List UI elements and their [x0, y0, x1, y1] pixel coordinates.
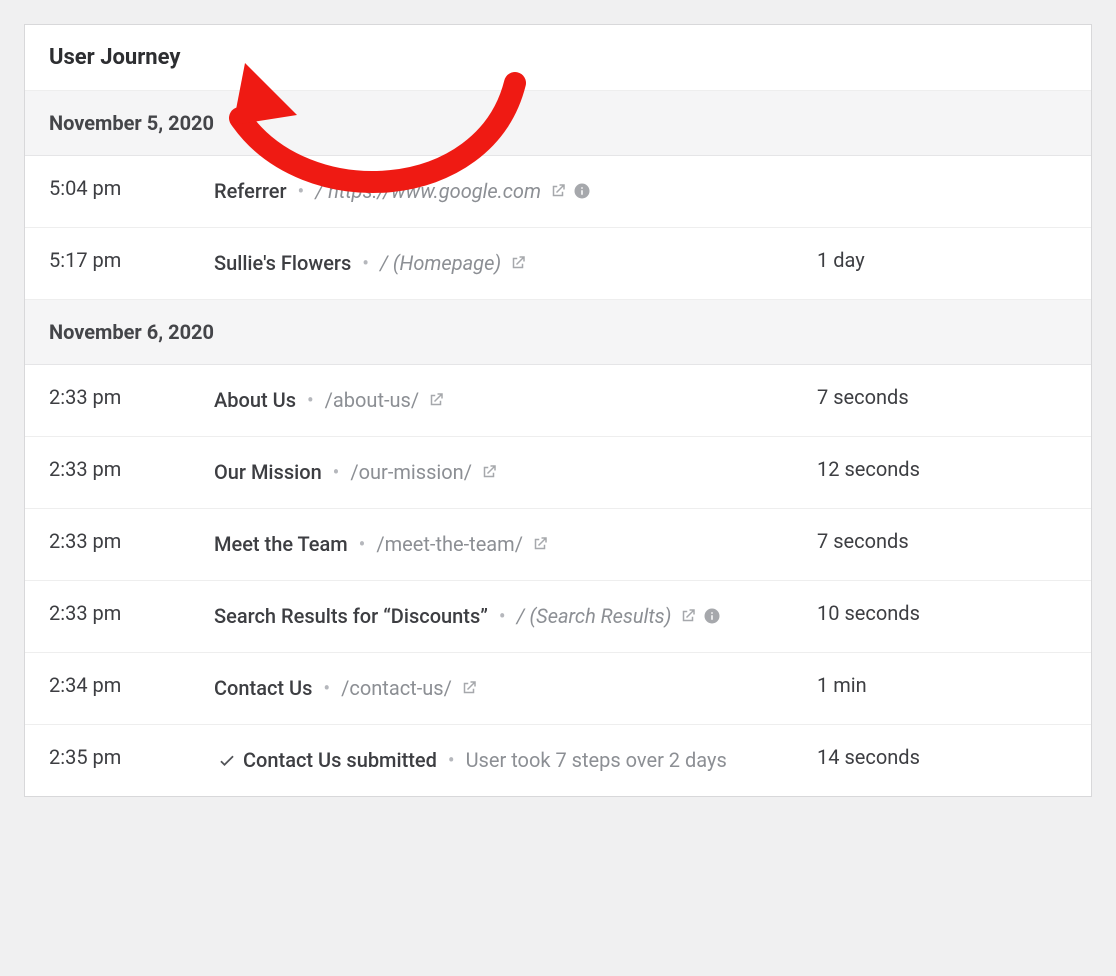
journey-title: About Us	[214, 388, 296, 412]
journey-main: Meet the Team • /meet-the-team/	[214, 529, 817, 560]
journey-title: Our Mission	[214, 460, 322, 484]
journey-path: /meet-the-team/	[376, 532, 523, 556]
journey-time: 2:33 pm	[49, 529, 214, 553]
separator-dot: •	[357, 251, 374, 275]
journey-row: 5:17 pmSullie's Flowers • / (Homepage) 1…	[25, 228, 1091, 300]
date-header: November 5, 2020	[25, 91, 1091, 156]
external-link-icon[interactable]	[427, 391, 445, 409]
journey-path: /about-us/	[325, 388, 419, 412]
external-link-icon[interactable]	[460, 679, 478, 697]
journey-path: / https://www.google.com	[315, 179, 541, 203]
separator-dot: •	[354, 532, 371, 556]
journey-path: /contact-us/	[341, 676, 452, 700]
check-icon	[217, 750, 237, 770]
journey-time: 2:33 pm	[49, 601, 214, 625]
journey-row: 2:33 pmMeet the Team • /meet-the-team/ 7…	[25, 509, 1091, 581]
separator-dot: •	[302, 388, 319, 412]
separator-dot: •	[318, 676, 335, 700]
journey-main: Contact Us submitted • User took 7 steps…	[214, 745, 817, 776]
separator-dot: •	[494, 604, 511, 628]
journey-time: 5:04 pm	[49, 176, 214, 200]
journey-time: 2:34 pm	[49, 673, 214, 697]
date-header: November 6, 2020	[25, 300, 1091, 365]
journey-row: 2:33 pmAbout Us • /about-us/ 7 seconds	[25, 365, 1091, 437]
journey-meta: User took 7 steps over 2 days	[466, 748, 727, 772]
journey-duration: 7 seconds	[817, 529, 1067, 553]
journey-duration: 14 seconds	[817, 745, 1067, 769]
external-link-icon[interactable]	[509, 254, 527, 272]
journey-main: Contact Us • /contact-us/	[214, 673, 817, 704]
journey-duration: 10 seconds	[817, 601, 1067, 625]
journey-main: Sullie's Flowers • / (Homepage)	[214, 248, 817, 279]
separator-dot: •	[293, 179, 310, 203]
journey-duration: 1 day	[817, 248, 1067, 272]
journey-title: Referrer	[214, 179, 287, 203]
external-link-icon[interactable]	[531, 535, 549, 553]
journey-title: Sullie's Flowers	[214, 251, 351, 275]
journey-main: Search Results for “Discounts” • / (Sear…	[214, 601, 817, 632]
separator-dot: •	[443, 748, 460, 772]
journey-title: Meet the Team	[214, 532, 348, 556]
journey-path: / (Homepage)	[380, 251, 501, 275]
journey-time: 2:33 pm	[49, 457, 214, 481]
journey-title: Contact Us submitted	[243, 748, 437, 772]
external-link-icon[interactable]	[679, 607, 697, 625]
journey-main: About Us • /about-us/	[214, 385, 817, 416]
journey-main: Referrer • / https://www.google.com	[214, 176, 817, 207]
panel-title: User Journey	[49, 45, 1067, 70]
journey-title: Search Results for “Discounts”	[214, 604, 488, 628]
separator-dot: •	[328, 460, 345, 484]
panel-header: User Journey	[25, 25, 1091, 91]
journey-title: Contact Us	[214, 676, 312, 700]
journey-path: / (Search Results)	[517, 604, 672, 628]
journey-row: 5:04 pmReferrer • / https://www.google.c…	[25, 156, 1091, 228]
journey-time: 5:17 pm	[49, 248, 214, 272]
journey-row: 2:35 pmContact Us submitted • User took …	[25, 725, 1091, 796]
journey-row: 2:34 pmContact Us • /contact-us/ 1 min	[25, 653, 1091, 725]
journey-path: /our-mission/	[350, 460, 472, 484]
info-icon[interactable]	[703, 607, 721, 625]
external-link-icon[interactable]	[480, 463, 498, 481]
journey-duration: 7 seconds	[817, 385, 1067, 409]
journey-row: 2:33 pmOur Mission • /our-mission/ 12 se…	[25, 437, 1091, 509]
external-link-icon[interactable]	[549, 182, 567, 200]
info-icon[interactable]	[573, 182, 591, 200]
journey-time: 2:33 pm	[49, 385, 214, 409]
journey-duration: 1 min	[817, 673, 1067, 697]
journey-duration: 12 seconds	[817, 457, 1067, 481]
journey-main: Our Mission • /our-mission/	[214, 457, 817, 488]
journey-row: 2:33 pmSearch Results for “Discounts” • …	[25, 581, 1091, 653]
user-journey-panel: User Journey November 5, 20205:04 pmRefe…	[24, 24, 1092, 797]
journey-time: 2:35 pm	[49, 745, 214, 769]
